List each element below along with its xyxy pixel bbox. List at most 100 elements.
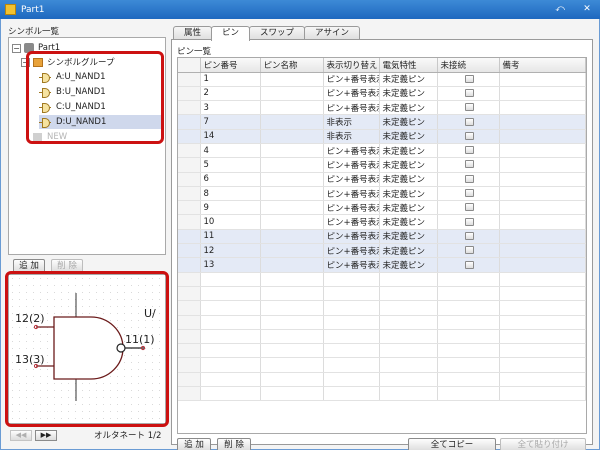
electrical-type-cell[interactable]: 未定義ピン <box>379 86 438 102</box>
display-mode-cell[interactable]: ピン+番号表示 <box>323 243 380 259</box>
electrical-type-cell[interactable]: 未定義ピン <box>379 114 438 130</box>
no-connect-cell[interactable] <box>437 86 500 102</box>
pin-number-cell[interactable]: 9 <box>200 200 261 216</box>
note-cell[interactable] <box>499 172 586 187</box>
note-cell[interactable] <box>499 86 586 102</box>
copy-all-button[interactable]: 全てコピー <box>408 438 496 450</box>
pin-name-cell[interactable] <box>260 100 324 116</box>
tab-swap[interactable]: スワップ <box>249 26 306 40</box>
column-header[interactable]: 電気特性 <box>379 58 438 73</box>
table-row[interactable]: 13 ピン+番号表示 未定義ピン <box>178 257 586 273</box>
no-connect-checkbox[interactable] <box>464 246 474 255</box>
display-mode-cell[interactable]: ピン+番号表示 <box>323 100 380 116</box>
electrical-type-cell[interactable]: 未定義ピン <box>379 172 438 187</box>
no-connect-checkbox[interactable] <box>464 88 474 97</box>
pin-name-cell[interactable] <box>260 143 324 159</box>
tab-assign[interactable]: アサイン <box>304 26 361 40</box>
note-cell[interactable] <box>499 129 586 144</box>
table-row[interactable]: 12 ピン+番号表示 未定義ピン <box>178 243 586 259</box>
display-mode-cell[interactable]: ピン+番号表示 <box>323 200 380 216</box>
pin-number-cell[interactable]: 3 <box>200 100 261 116</box>
column-header[interactable]: 表示切り替え <box>323 58 380 73</box>
no-connect-cell[interactable] <box>437 186 500 202</box>
table-row[interactable]: 3 ピン+番号表示 未定義ピン <box>178 100 586 116</box>
pin-number-cell[interactable]: 13 <box>200 257 261 273</box>
next-alternate-button[interactable]: ▶▶ <box>35 430 57 441</box>
pin-number-cell[interactable]: 14 <box>200 129 261 144</box>
electrical-type-cell[interactable]: 未定義ピン <box>379 100 438 116</box>
column-header[interactable]: ピン名称 <box>260 58 324 73</box>
pin-grid[interactable]: ピン番号 ピン名称 表示切り替え 電気特性 未接続 備考 1 ピン+番号表示 未定義… <box>177 57 587 434</box>
table-row[interactable]: 14 非表示 未定義ピン <box>178 129 586 144</box>
display-mode-cell[interactable]: ピン+番号表示 <box>323 143 380 159</box>
pin-number-cell[interactable]: 6 <box>200 172 261 187</box>
pin-number-cell[interactable]: 10 <box>200 214 261 230</box>
pin-number-cell[interactable]: 7 <box>200 114 261 130</box>
electrical-type-cell[interactable]: 未定義ピン <box>379 129 438 144</box>
electrical-type-cell[interactable]: 未定義ピン <box>379 200 438 216</box>
no-connect-checkbox[interactable] <box>464 203 474 212</box>
tab-pins[interactable]: ピン <box>211 26 251 41</box>
no-connect-cell[interactable] <box>437 172 500 187</box>
electrical-type-cell[interactable]: 未定義ピン <box>379 229 438 245</box>
paste-all-button[interactable]: 全て貼り付け <box>500 438 586 450</box>
electrical-type-cell[interactable]: 未定義ピン <box>379 157 438 173</box>
pin-name-cell[interactable] <box>260 114 324 130</box>
electrical-type-cell[interactable]: 未定義ピン <box>379 214 438 230</box>
electrical-type-cell[interactable]: 未定義ピン <box>379 257 438 273</box>
no-connect-checkbox[interactable] <box>464 117 474 126</box>
column-header[interactable]: ピン番号 <box>200 58 261 73</box>
tab-attributes[interactable]: 属性 <box>173 26 213 40</box>
pin-name-cell[interactable] <box>260 72 324 87</box>
display-mode-cell[interactable]: ピン+番号表示 <box>323 257 380 273</box>
note-cell[interactable] <box>499 72 586 87</box>
electrical-type-cell[interactable]: 未定義ピン <box>379 72 438 87</box>
no-connect-cell[interactable] <box>437 214 500 230</box>
display-mode-cell[interactable]: ピン+番号表示 <box>323 186 380 202</box>
table-row[interactable]: 4 ピン+番号表示 未定義ピン <box>178 143 586 159</box>
pin-number-cell[interactable]: 11 <box>200 229 261 245</box>
pin-number-cell[interactable]: 8 <box>200 186 261 202</box>
no-connect-cell[interactable] <box>437 114 500 130</box>
display-mode-cell[interactable]: ピン+番号表示 <box>323 86 380 102</box>
table-row[interactable]: 1 ピン+番号表示 未定義ピン <box>178 72 586 87</box>
symbol-tree[interactable]: − Part1 − シンボルグループ A:U_NAND1 B:U_NAND1 C… <box>8 37 166 255</box>
display-mode-cell[interactable]: ピン+番号表示 <box>323 72 380 87</box>
note-cell[interactable] <box>499 200 586 216</box>
table-row[interactable]: 11 ピン+番号表示 未定義ピン <box>178 229 586 245</box>
close-icon[interactable]: ✕ <box>580 3 594 16</box>
no-connect-checkbox[interactable] <box>464 260 474 269</box>
note-cell[interactable] <box>499 143 586 159</box>
no-connect-cell[interactable] <box>437 157 500 173</box>
table-row[interactable]: 9 ピン+番号表示 未定義ピン <box>178 200 586 216</box>
pin-name-cell[interactable] <box>260 172 324 187</box>
display-mode-cell[interactable]: ピン+番号表示 <box>323 214 380 230</box>
table-row[interactable]: 6 ピン+番号表示 未定義ピン <box>178 172 586 187</box>
no-connect-checkbox[interactable] <box>464 231 474 240</box>
restore-icon[interactable]: ⤺ <box>553 3 567 16</box>
delete-pin-button[interactable]: 削 除 <box>217 438 251 450</box>
pin-name-cell[interactable] <box>260 200 324 216</box>
pin-name-cell[interactable] <box>260 86 324 102</box>
column-header[interactable]: 備考 <box>499 58 586 73</box>
prev-alternate-button[interactable]: ◀◀ <box>10 430 32 441</box>
note-cell[interactable] <box>499 114 586 130</box>
no-connect-checkbox[interactable] <box>464 160 474 169</box>
note-cell[interactable] <box>499 186 586 202</box>
add-pin-button[interactable]: 追 加 <box>177 438 211 450</box>
pin-name-cell[interactable] <box>260 257 324 273</box>
table-row[interactable]: 7 非表示 未定義ピン <box>178 114 586 130</box>
no-connect-cell[interactable] <box>437 200 500 216</box>
pin-number-cell[interactable]: 12 <box>200 243 261 259</box>
pin-name-cell[interactable] <box>260 157 324 173</box>
pin-number-cell[interactable]: 1 <box>200 72 261 87</box>
display-mode-cell[interactable]: ピン+番号表示 <box>323 157 380 173</box>
note-cell[interactable] <box>499 229 586 245</box>
pin-name-cell[interactable] <box>260 229 324 245</box>
no-connect-cell[interactable] <box>437 257 500 273</box>
collapse-icon[interactable]: − <box>12 43 21 53</box>
table-row[interactable]: 5 ピン+番号表示 未定義ピン <box>178 157 586 173</box>
note-cell[interactable] <box>499 243 586 259</box>
table-row[interactable]: 8 ピン+番号表示 未定義ピン <box>178 186 586 202</box>
note-cell[interactable] <box>499 257 586 273</box>
